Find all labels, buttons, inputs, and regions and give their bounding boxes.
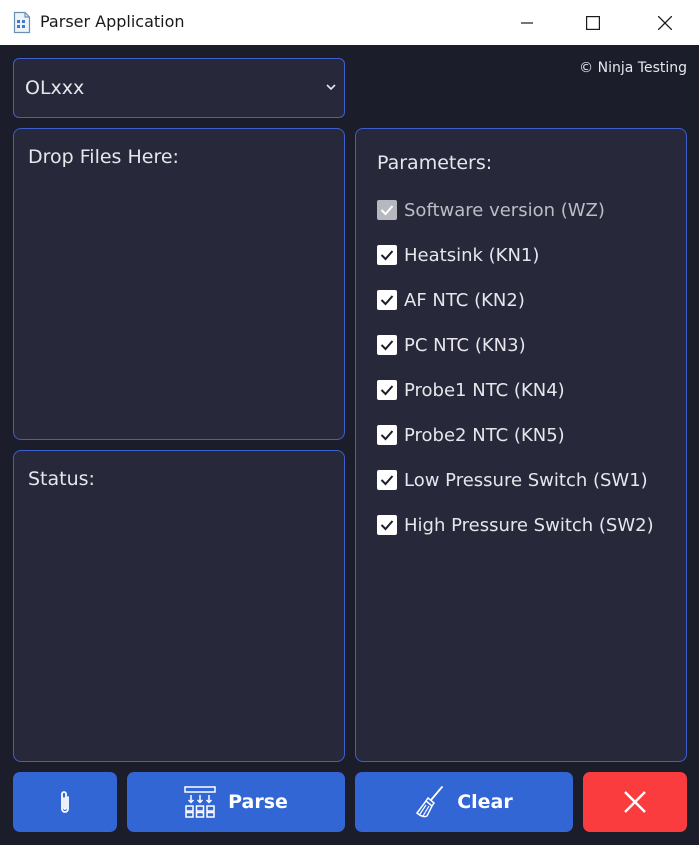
- model-select-value: OLxxx: [25, 77, 85, 99]
- param-probe2-ntc[interactable]: Probe2 NTC (KN5): [377, 423, 565, 447]
- param-checkbox[interactable]: [377, 290, 397, 310]
- window-title: Parser Application: [40, 12, 185, 31]
- param-heatsink[interactable]: Heatsink (KN1): [377, 243, 539, 267]
- param-label: Probe1 NTC (KN4): [404, 379, 565, 401]
- param-label: AF NTC (KN2): [404, 289, 525, 311]
- param-label: High Pressure Switch (SW2): [404, 514, 654, 536]
- param-software-version: Software version (WZ): [377, 198, 605, 222]
- param-label: Software version (WZ): [404, 199, 605, 221]
- checkmark-icon: [380, 520, 394, 531]
- parse-button-label: Parse: [228, 791, 288, 813]
- param-checkbox: [377, 200, 397, 220]
- param-checkbox[interactable]: [377, 380, 397, 400]
- param-low-pressure-switch[interactable]: Low Pressure Switch (SW1): [377, 468, 648, 492]
- minimize-icon: [521, 21, 533, 24]
- checkmark-icon: [380, 475, 394, 486]
- model-select[interactable]: OLxxx: [13, 58, 345, 118]
- checkmark-icon: [380, 340, 394, 351]
- clear-button-label: Clear: [457, 791, 513, 813]
- drop-files-label: Drop Files Here:: [28, 146, 179, 168]
- clear-button[interactable]: Clear: [355, 772, 573, 832]
- checkmark-icon: [380, 205, 394, 216]
- checkmark-icon: [380, 430, 394, 441]
- broom-icon: [416, 786, 444, 818]
- attach-button[interactable]: [13, 772, 117, 832]
- param-label: Low Pressure Switch (SW1): [404, 469, 648, 491]
- minimize-button[interactable]: [504, 0, 550, 45]
- window-close-button[interactable]: [642, 0, 688, 45]
- param-probe1-ntc[interactable]: Probe1 NTC (KN4): [377, 378, 565, 402]
- close-icon: [624, 791, 646, 813]
- param-checkbox[interactable]: [377, 470, 397, 490]
- param-checkbox[interactable]: [377, 515, 397, 535]
- param-label: PC NTC (KN3): [404, 334, 526, 356]
- checkmark-icon: [380, 250, 394, 261]
- parameters-title: Parameters:: [377, 152, 493, 174]
- param-label: Heatsink (KN1): [404, 244, 540, 266]
- chevron-down-icon: [326, 84, 336, 91]
- param-checkbox[interactable]: [377, 425, 397, 445]
- checkmark-icon: [380, 295, 394, 306]
- param-af-ntc[interactable]: AF NTC (KN2): [377, 288, 525, 312]
- app-icon: [13, 11, 31, 34]
- parse-button[interactable]: Parse: [127, 772, 345, 832]
- close-icon: [658, 15, 672, 30]
- paperclip-icon: [61, 791, 69, 813]
- status-label: Status:: [28, 468, 95, 490]
- param-high-pressure-switch[interactable]: High Pressure Switch (SW2): [377, 513, 654, 537]
- status-panel: Status:: [13, 450, 345, 762]
- title-bar: Parser Application: [0, 0, 699, 45]
- param-pc-ntc[interactable]: PC NTC (KN3): [377, 333, 526, 357]
- exit-button[interactable]: [583, 772, 687, 832]
- maximize-icon: [586, 15, 600, 30]
- param-checkbox[interactable]: [377, 245, 397, 265]
- checkmark-icon: [380, 385, 394, 396]
- param-checkbox[interactable]: [377, 335, 397, 355]
- parameters-panel: Parameters: Software version (WZ) Heatsi…: [355, 128, 687, 762]
- maximize-button[interactable]: [570, 0, 616, 45]
- parse-icon: [184, 786, 216, 818]
- drop-files-area[interactable]: Drop Files Here:: [13, 128, 345, 440]
- copyright-text: © Ninja Testing: [579, 60, 687, 76]
- param-label: Probe2 NTC (KN5): [404, 424, 565, 446]
